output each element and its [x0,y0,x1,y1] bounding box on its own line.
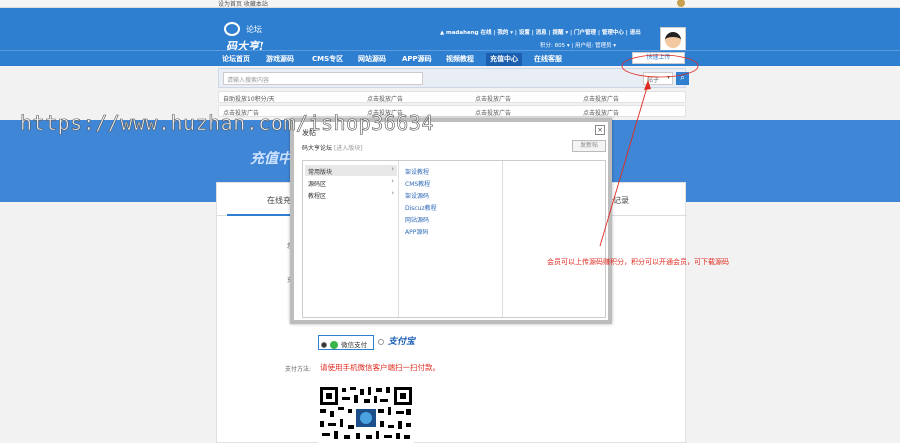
logo-bubble-icon [224,22,240,36]
ad-slot[interactable]: 点击投放广告 [475,94,511,103]
avatar-face [665,32,681,48]
banner-title: 充值中 [250,151,292,167]
main-nav: 论坛首页 游戏源码 CMS专区 网站源码 APP源码 视频教程 充值中心 在线客… [0,50,900,66]
nav-item-cms[interactable]: CMS专区 [308,53,347,66]
nav-item-home[interactable]: 论坛首页 [218,53,254,66]
user-menu-line[interactable]: ▲ madaheng 在线 | 我的 ▾ | 设置 | 消息 | 提醒 ▾ | … [440,28,658,36]
crumb-enter-link[interactable]: [进入版块] [334,145,363,152]
subforum-item[interactable]: CMS教程 [405,179,430,188]
subforum-item[interactable]: APP源码 [405,227,428,236]
ad-row-1: 自助投放10积分/天 点击投放广告 点击投放广告 点击投放广告 [218,91,686,103]
subforum-item[interactable]: 架设源码 [405,191,429,200]
forum-item-tutorial[interactable]: 教程区 [305,189,397,200]
pay-method-text: 请使用手机微信客户端扫一扫付款。 [320,363,440,372]
top-links[interactable]: 设为首页 收藏本站 [218,0,268,8]
post-dialog: 发帖 × 码大亨论坛 [进入版块] 发新帖 常用版块 源码区 教程区 架设教程 … [290,118,612,324]
top-strip: 设为首页 收藏本站 [0,0,900,8]
search-type-select[interactable]: 帖子 [643,72,673,85]
ad-slot[interactable]: 自助投放10积分/天 [223,94,275,103]
nav-item-video[interactable]: 视频教程 [442,53,478,66]
nav-item-recharge[interactable]: 充值中心 [486,53,522,66]
forum-column: 常用版块 源码区 教程区 [303,161,399,317]
ad-slot[interactable]: 点击投放广告 [583,94,619,103]
forum-selector: 常用版块 源码区 教程区 架设教程 CMS教程 架设源码 Discuz教程 网站… [302,160,606,318]
ad-slot[interactable]: 点击投放广告 [475,108,511,117]
subforum-item[interactable]: Discuz教程 [405,203,437,212]
annotation-text: 会员可以上传源码赚积分，积分可以开通会员，可下载源码 [547,258,729,266]
alipay-radio[interactable] [378,339,384,345]
ad-slot[interactable]: 点击投放广告 [583,108,619,117]
quick-upload-button[interactable]: 快速上传 [632,52,685,64]
wechat-radio[interactable] [321,342,327,348]
search-input[interactable]: 请输入搜索内容 [223,72,423,85]
wechat-pay-label: 微信支付 [341,341,368,349]
qr-code [318,385,414,443]
wechat-pay-option[interactable]: 微信支付 [318,335,374,350]
forum-item-source[interactable]: 源码区 [305,177,397,188]
watermark-text: https://www.huzhan.com/ishop36634 [20,111,434,136]
search-bar: 请输入搜索内容 帖子 ⌕ [218,68,689,88]
pay-method-label: 支付方法: [285,366,312,373]
site-header: 论坛 码大亨! ▲ madaheng 在线 | 我的 ▾ | 设置 | 消息 |… [0,8,900,53]
browser-status-icon [677,0,685,7]
crumb-forum[interactable]: 码大亨论坛 [302,145,332,152]
subforum-column: 架设教程 CMS教程 架设源码 Discuz教程 网站源码 APP源码 [399,161,503,317]
forum-item-common[interactable]: 常用版块 [305,165,397,176]
alipay-logo[interactable]: 支付宝 [388,334,415,347]
user-credit-line[interactable]: 积分: 805 ▾ | 用户组: 管理员 ▾ [540,41,616,49]
nav-item-game-source[interactable]: 游戏源码 [262,53,298,66]
logo-sub: 论坛 [246,25,262,34]
search-icon[interactable]: ⌕ [676,72,689,85]
new-post-button[interactable]: 发新帖 [572,140,606,152]
ad-slot[interactable]: 点击投放广告 [367,94,403,103]
wechat-icon [330,341,339,349]
subforum-item[interactable]: 网站源码 [405,215,429,224]
nav-item-web-source[interactable]: 网站源码 [354,53,390,66]
nav-item-support[interactable]: 在线客服 [530,53,566,66]
close-icon[interactable]: × [595,125,605,135]
subforum-item[interactable]: 架设教程 [405,167,429,176]
dialog-breadcrumb: 码大亨论坛 [进入版块] [302,143,363,152]
nav-item-app-source[interactable]: APP源码 [398,53,436,66]
